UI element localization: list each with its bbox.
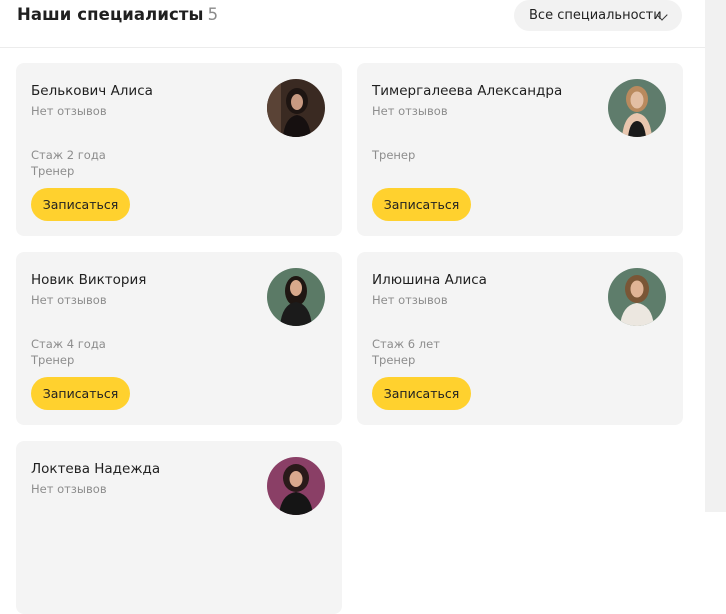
specialist-reviews: Нет отзывов [31, 104, 107, 118]
specialist-experience: Стаж 6 лет [372, 337, 440, 351]
book-button[interactable]: Записаться [372, 377, 471, 410]
specialist-card[interactable]: Локтева Надежда Нет отзывов [16, 441, 342, 614]
specialist-name[interactable]: Новик Виктория [31, 272, 146, 288]
avatar[interactable] [267, 457, 325, 515]
specialist-name[interactable]: Белькович Алиса [31, 83, 153, 99]
page-title: Наши специалисты 5 [17, 5, 218, 24]
scrollbar-track[interactable] [705, 0, 726, 512]
specialty-filter-label: Все специальности [529, 8, 662, 23]
page-header: Наши специалисты 5 Все специальности [0, 0, 705, 48]
specialist-reviews: Нет отзывов [372, 104, 448, 118]
specialist-role: Тренер [372, 148, 416, 162]
specialist-experience: Стаж 2 года [31, 148, 106, 162]
specialists-count: 5 [207, 5, 219, 24]
specialist-name[interactable]: Тимергалеева Александра [372, 83, 562, 99]
specialist-reviews: Нет отзывов [31, 482, 107, 496]
page-title-text: Наши специалисты [17, 5, 204, 24]
specialist-card[interactable]: Илюшина Алиса Нет отзывов Стаж 6 лет Тре… [357, 252, 683, 425]
specialist-name[interactable]: Илюшина Алиса [372, 272, 487, 288]
book-button[interactable]: Записаться [31, 188, 130, 221]
specialist-reviews: Нет отзывов [372, 293, 448, 307]
specialist-role: Тренер [31, 353, 75, 367]
specialist-card[interactable]: Тимергалеева Александра Нет отзывов Трен… [357, 63, 683, 236]
specialists-page: Наши специалисты 5 Все специальности Бель… [0, 0, 705, 614]
avatar[interactable] [267, 268, 325, 326]
specialist-card[interactable]: Белькович Алиса Нет отзывов Стаж 2 года … [16, 63, 342, 236]
specialty-filter-dropdown[interactable]: Все специальности [514, 0, 682, 31]
specialist-role: Тренер [372, 353, 416, 367]
specialist-name[interactable]: Локтева Надежда [31, 461, 160, 477]
avatar[interactable] [608, 268, 666, 326]
book-button[interactable]: Записаться [31, 377, 130, 410]
specialist-reviews: Нет отзывов [31, 293, 107, 307]
avatar[interactable] [267, 79, 325, 137]
book-button[interactable]: Записаться [372, 188, 471, 221]
avatar[interactable] [608, 79, 666, 137]
specialist-experience: Стаж 4 года [31, 337, 106, 351]
specialist-card[interactable]: Новик Виктория Нет отзывов Стаж 4 года Т… [16, 252, 342, 425]
specialist-role: Тренер [31, 164, 75, 178]
